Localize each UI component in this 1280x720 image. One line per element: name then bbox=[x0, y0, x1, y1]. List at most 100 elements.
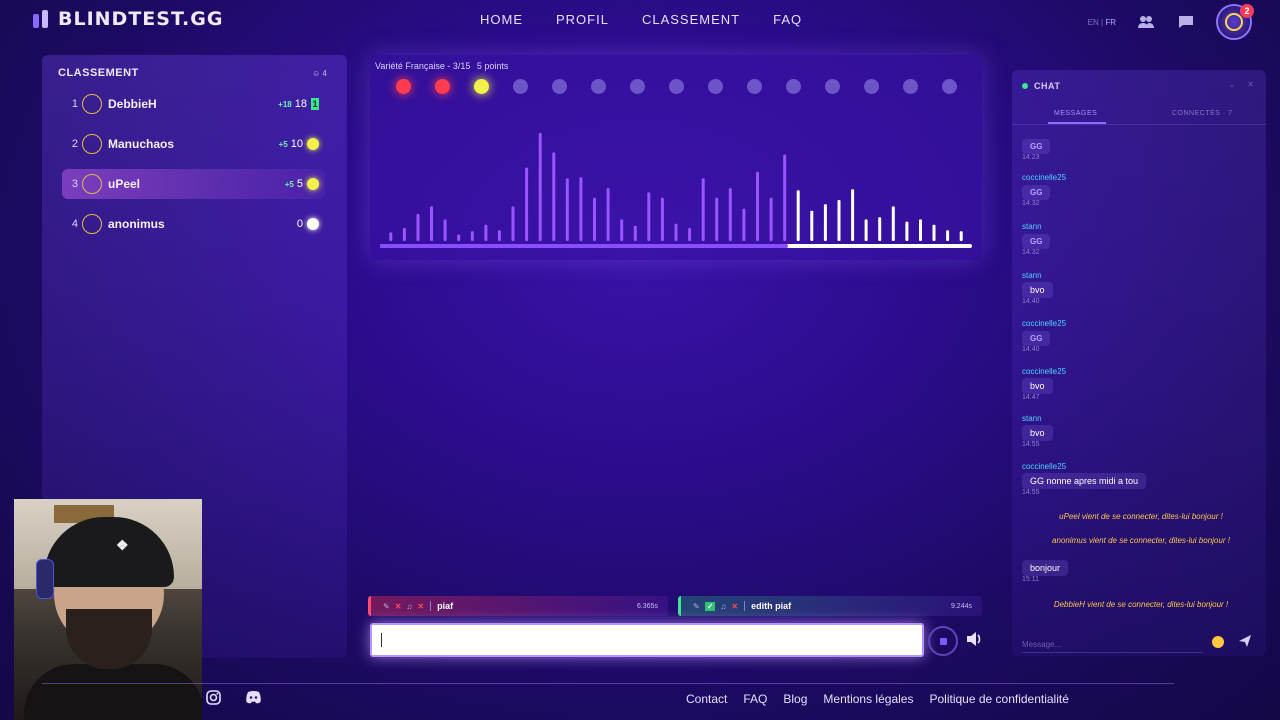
language-switcher[interactable]: EN | FR bbox=[1088, 18, 1116, 27]
chat-bubble: GG nonne apres midi a tou bbox=[1022, 473, 1147, 489]
chat-username[interactable]: coccinelle25 bbox=[1022, 462, 1146, 471]
notification-badge: 2 bbox=[1240, 4, 1254, 18]
round-indicator bbox=[669, 79, 684, 94]
player-avatar-icon bbox=[82, 134, 102, 154]
chat-message-input[interactable] bbox=[1022, 637, 1202, 653]
first-place-flag-icon: 1 bbox=[311, 98, 319, 110]
chat-username[interactable]: stann bbox=[1022, 414, 1053, 423]
footer-link-legal[interactable]: Mentions légales bbox=[823, 692, 913, 706]
volume-icon[interactable] bbox=[965, 630, 987, 650]
spectrum-bar bbox=[783, 154, 787, 241]
chat-username[interactable]: coccinelle25 bbox=[1022, 173, 1066, 182]
round-indicator bbox=[513, 79, 528, 94]
chat-input-area bbox=[1022, 634, 1256, 653]
ranking-header: CLASSEMENT ☺ 4 bbox=[58, 67, 327, 79]
user-avatar[interactable]: 2 bbox=[1216, 4, 1254, 40]
player-name: uPeel bbox=[108, 177, 141, 191]
divider bbox=[430, 601, 432, 611]
ranking-row[interactable]: 2 Manuchaos +5 10 bbox=[62, 129, 325, 159]
system-message: DebbieH vient de se connecter, dites-lui… bbox=[1053, 600, 1229, 609]
chat-bubble: bvo bbox=[1022, 425, 1053, 441]
footer-link-blog[interactable]: Blog bbox=[783, 692, 807, 706]
webcam-headset bbox=[36, 559, 54, 599]
spectrum-bar bbox=[416, 214, 420, 241]
round-indicator bbox=[903, 79, 918, 94]
tab-messages[interactable]: MESSAGES bbox=[1054, 110, 1097, 117]
chat-bubble: GG bbox=[1022, 139, 1051, 154]
discord-icon[interactable] bbox=[245, 690, 262, 707]
top-navigation-bar: BLINDTEST.GG HOME PROFIL CLASSEMENT FAQ … bbox=[0, 0, 1280, 40]
ranking-row[interactable]: 3 uPeel +5 5 bbox=[62, 169, 325, 199]
chat-panel: CHAT ⌄ ✕ MESSAGES CONNECTÉS · 7 GG 14:23 c… bbox=[1012, 70, 1266, 656]
webcam-overlay: ❖ bbox=[14, 499, 202, 720]
title-wrong-icon: ✕ bbox=[417, 601, 425, 611]
spectrum-bar bbox=[905, 221, 909, 241]
round-points: 5 points bbox=[476, 61, 509, 71]
round-indicator bbox=[474, 79, 489, 94]
nav-profil[interactable]: PROFIL bbox=[556, 12, 609, 27]
player-count: ☺ 4 bbox=[312, 69, 327, 78]
spectrum-bar bbox=[402, 228, 406, 241]
spectrum-bar bbox=[810, 210, 814, 241]
spectrum-bar bbox=[756, 171, 759, 241]
nav-faq[interactable]: FAQ bbox=[773, 12, 802, 27]
spectrum-bar bbox=[701, 178, 705, 241]
round-timer bbox=[928, 626, 958, 656]
spectrum-bar bbox=[470, 231, 474, 241]
avatar-face-icon bbox=[1225, 13, 1243, 31]
spectrum-bar bbox=[891, 206, 895, 241]
footer-link-contact[interactable]: Contact bbox=[686, 692, 727, 706]
round-indicator bbox=[435, 79, 450, 94]
spectrum-bar bbox=[823, 204, 827, 241]
ranking-row[interactable]: 1 DebbieH +18 18 1 bbox=[62, 89, 325, 119]
footer-link-privacy[interactable]: Politique de confidentialité bbox=[929, 692, 1068, 706]
tab-connected[interactable]: CONNECTÉS · 7 bbox=[1172, 110, 1233, 117]
spectrum-bar bbox=[919, 219, 922, 241]
player-status-dot bbox=[307, 178, 319, 190]
spectrum-bar bbox=[674, 223, 678, 241]
send-icon[interactable] bbox=[1238, 634, 1254, 650]
messages-icon[interactable] bbox=[1176, 12, 1196, 32]
spectrum-bar bbox=[443, 219, 447, 241]
spectrum-bar bbox=[932, 224, 936, 241]
site-logo[interactable]: BLINDTEST.GG bbox=[32, 8, 223, 30]
nav-home[interactable]: HOME bbox=[480, 12, 523, 27]
chat-username[interactable]: stann bbox=[1022, 271, 1053, 280]
minimize-icon[interactable]: ⌄ bbox=[1229, 80, 1236, 89]
chat-timestamp: 14:40 bbox=[1022, 298, 1040, 305]
chat-username[interactable]: coccinelle25 bbox=[1022, 319, 1066, 328]
player-name: Manuchaos bbox=[108, 137, 175, 151]
close-icon[interactable]: ✕ bbox=[1247, 80, 1254, 89]
song-progress-fill bbox=[380, 244, 789, 248]
chat-username[interactable]: stann bbox=[1022, 222, 1050, 231]
divider bbox=[1012, 124, 1266, 125]
instagram-icon[interactable] bbox=[206, 690, 223, 707]
spectrum-bar bbox=[497, 230, 501, 241]
text-caret bbox=[381, 633, 382, 647]
friends-icon[interactable] bbox=[1136, 12, 1156, 32]
emoji-icon[interactable] bbox=[1212, 636, 1224, 648]
chat-message: coccinelle25 GG 14:40 bbox=[1022, 319, 1066, 353]
answer-time: 6.365s bbox=[636, 602, 658, 610]
answer-input[interactable] bbox=[370, 623, 924, 657]
player-score: 18 bbox=[294, 98, 307, 110]
chat-bubble: GG bbox=[1022, 331, 1051, 346]
round-indicator bbox=[630, 79, 645, 94]
main-nav: HOME PROFIL CLASSEMENT FAQ bbox=[480, 12, 802, 27]
spectrum-bar bbox=[633, 225, 637, 241]
nav-classement[interactable]: CLASSEMENT bbox=[642, 12, 740, 27]
spectrum-bar bbox=[579, 177, 583, 241]
ranking-row[interactable]: 4 anonimus 0 bbox=[62, 209, 325, 239]
round-indicator bbox=[396, 79, 411, 94]
spectrum-bar bbox=[878, 217, 882, 241]
player-name: anonimus bbox=[108, 217, 165, 231]
footer-link-faq[interactable]: FAQ bbox=[743, 692, 767, 706]
social-links bbox=[206, 690, 262, 707]
lang-fr[interactable]: FR bbox=[1105, 18, 1116, 27]
lang-en[interactable]: EN bbox=[1088, 18, 1099, 27]
answer-status-icons: ✎ ✕ ♫ ✕ bbox=[383, 602, 424, 611]
chat-username[interactable]: coccinelle25 bbox=[1022, 367, 1066, 376]
spectrum-bar bbox=[728, 188, 732, 241]
player-score-delta: +5 bbox=[284, 179, 294, 189]
spectrum-bar bbox=[538, 133, 542, 241]
